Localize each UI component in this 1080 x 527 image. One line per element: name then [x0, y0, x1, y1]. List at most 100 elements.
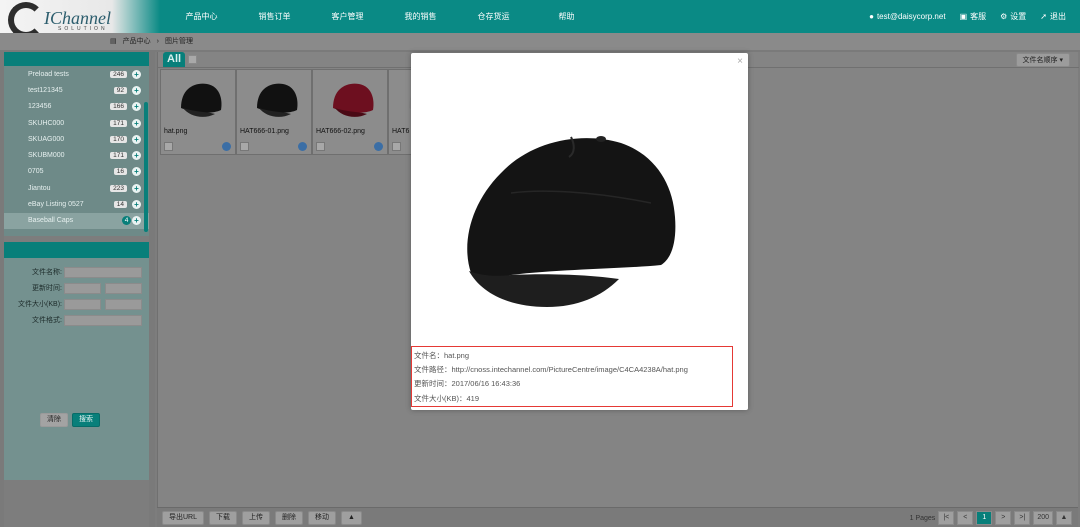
- add-icon[interactable]: +: [132, 167, 141, 177]
- group-count: 166: [110, 103, 127, 111]
- group-item[interactable]: 0705 16 +: [4, 164, 149, 180]
- file-path-info[interactable]: 文件路径：http://cnoss.intechannel.com/Pictur…: [414, 363, 730, 377]
- add-icon[interactable]: +: [132, 69, 141, 79]
- group-name: 123456: [28, 103, 52, 111]
- group-item[interactable]: SKUHC000 171 +: [4, 115, 149, 131]
- add-icon[interactable]: +: [132, 183, 141, 193]
- cap-thumbnail-icon: [333, 83, 374, 117]
- pagination: 1 Pages |< < 1 > >| 200 ▲: [910, 511, 1072, 525]
- bottom-toolbar: 导出URL 下载 上传 删除 移动 ▲ 1 Pages |< < 1 > >| …: [157, 507, 1078, 527]
- file-size-min-input[interactable]: [64, 298, 101, 310]
- logout-link[interactable]: ➚ 退出: [1040, 11, 1066, 22]
- nav-item-warehouse[interactable]: 仓存货运: [457, 0, 530, 33]
- group-item[interactable]: SKUAG000 170 +: [4, 131, 149, 147]
- add-icon[interactable]: +: [132, 151, 141, 161]
- file-size-max-input[interactable]: [105, 298, 142, 310]
- search-button[interactable]: 搜索: [72, 413, 100, 427]
- group-name: eBay Listing 0527: [28, 201, 84, 209]
- customer-service-link[interactable]: ▣ 客服: [960, 11, 987, 22]
- tab-all[interactable]: All: [163, 52, 186, 67]
- file-size-row: 文件大小(KB):: [4, 296, 149, 312]
- group-list-scrollbar[interactable]: [144, 102, 148, 232]
- file-name-info: 文件名：hat.png: [414, 351, 470, 360]
- group-list-header: [4, 52, 149, 66]
- thumbnail-card[interactable]: HAT666-02.png: [312, 69, 388, 155]
- user-account[interactable]: ● test@daisycorp.net: [869, 12, 945, 21]
- next-page-button[interactable]: >: [995, 511, 1012, 525]
- sidebar: Preload tests 246 + test121345 92 + 123456 16…: [4, 52, 149, 527]
- page-size-arrow[interactable]: ▲: [1056, 511, 1072, 525]
- group-item[interactable]: Preload tests 246 +: [4, 66, 149, 82]
- select-all-checkbox[interactable]: [188, 55, 198, 64]
- nav-item-sales-orders[interactable]: 销售订单: [238, 0, 311, 33]
- breadcrumb-current: 图片管理: [164, 38, 193, 45]
- nav-item-products[interactable]: 产品中心: [165, 0, 238, 33]
- group-item[interactable]: 123456 166 +: [4, 99, 149, 115]
- add-icon[interactable]: +: [132, 85, 141, 95]
- thumbnail-card[interactable]: hat.png: [160, 69, 236, 155]
- thumbnail-checkbox[interactable]: [316, 142, 325, 151]
- settings-link[interactable]: ⚙ 设置: [1000, 11, 1026, 22]
- group-name: Preload tests: [28, 70, 69, 78]
- nav-item-customers[interactable]: 客户管理: [311, 0, 384, 33]
- thumbnail-checkbox[interactable]: [240, 142, 249, 151]
- page-count: 1 Pages: [909, 514, 936, 522]
- file-name-input[interactable]: [64, 266, 142, 278]
- group-name: Baseball Caps: [28, 217, 74, 225]
- breadcrumb-home[interactable]: 产品中心: [123, 36, 151, 46]
- group-count: 4: [122, 216, 131, 226]
- add-icon[interactable]: +: [132, 118, 141, 128]
- user-email: test@daisycorp.net: [876, 12, 946, 21]
- top-navbar: IChannel SOLUTION 产品中心 销售订单 客户管理 我的销售 仓存…: [0, 0, 1080, 38]
- add-icon[interactable]: +: [132, 200, 141, 210]
- group-item[interactable]: test121345 92 +: [4, 82, 149, 98]
- group-count: 171: [110, 119, 127, 127]
- group-name: SKUAG000: [28, 135, 65, 143]
- update-time-from-input[interactable]: [64, 282, 101, 294]
- info-icon[interactable]: [374, 142, 383, 151]
- filter-header: [4, 242, 149, 258]
- cap-preview-image: [467, 136, 676, 307]
- export-url-button[interactable]: 导出URL: [162, 511, 205, 525]
- cap-thumbnail-icon: [257, 83, 298, 117]
- download-button[interactable]: 下载: [209, 511, 238, 525]
- cap-thumbnail-icon: [181, 83, 222, 117]
- gallery-tabs: All: [163, 52, 198, 67]
- file-format-input[interactable]: [64, 314, 142, 326]
- close-icon[interactable]: ×: [737, 56, 743, 67]
- logo[interactable]: IChannel SOLUTION: [0, 0, 160, 38]
- logout-icon: ➚: [1040, 12, 1047, 21]
- info-icon[interactable]: [222, 142, 231, 151]
- add-icon[interactable]: +: [132, 102, 141, 112]
- list-icon: ▤: [110, 38, 117, 45]
- delete-button[interactable]: 删除: [275, 511, 304, 525]
- update-time-to-input[interactable]: [105, 282, 142, 294]
- add-icon[interactable]: +: [132, 134, 141, 144]
- thumbnail-checkbox[interactable]: [392, 142, 401, 151]
- update-time-row: 更新时间:: [4, 280, 149, 296]
- upload-button[interactable]: 上传: [242, 511, 271, 525]
- first-page-button[interactable]: |<: [938, 511, 955, 525]
- clear-button[interactable]: 清除: [40, 413, 68, 427]
- image-preview-modal: × 文件名：hat.png 文件路径：http://cnoss.intechan…: [411, 53, 748, 410]
- page-size-select[interactable]: 200: [1033, 511, 1053, 525]
- move-dropdown-arrow[interactable]: ▲: [341, 511, 362, 525]
- customer-service-label: 客服: [970, 12, 987, 21]
- group-name: SKUHC000: [28, 119, 65, 127]
- group-item[interactable]: Jiantou 223 +: [4, 180, 149, 196]
- group-item[interactable]: SKUBM000 171 +: [4, 147, 149, 163]
- nav-item-my-sales[interactable]: 我的销售: [384, 0, 457, 33]
- group-item-active[interactable]: Baseball Caps 4 +: [4, 212, 149, 229]
- add-icon[interactable]: +: [132, 216, 141, 226]
- prev-page-button[interactable]: <: [957, 511, 974, 525]
- sort-dropdown[interactable]: 文件名顺序 ▾: [1015, 53, 1070, 67]
- info-icon[interactable]: [298, 142, 307, 151]
- thumbnail-card[interactable]: HAT666-01.png: [236, 69, 312, 155]
- last-page-button[interactable]: >|: [1014, 511, 1031, 525]
- thumbnail-name: HAT666-01.png: [240, 128, 289, 135]
- nav-item-help[interactable]: 帮助: [530, 0, 603, 33]
- thumbnail-checkbox[interactable]: [164, 142, 173, 151]
- group-item[interactable]: eBay Listing 0527 14 +: [4, 196, 149, 212]
- move-button[interactable]: 移动: [308, 511, 337, 525]
- current-page-button[interactable]: 1: [976, 511, 993, 525]
